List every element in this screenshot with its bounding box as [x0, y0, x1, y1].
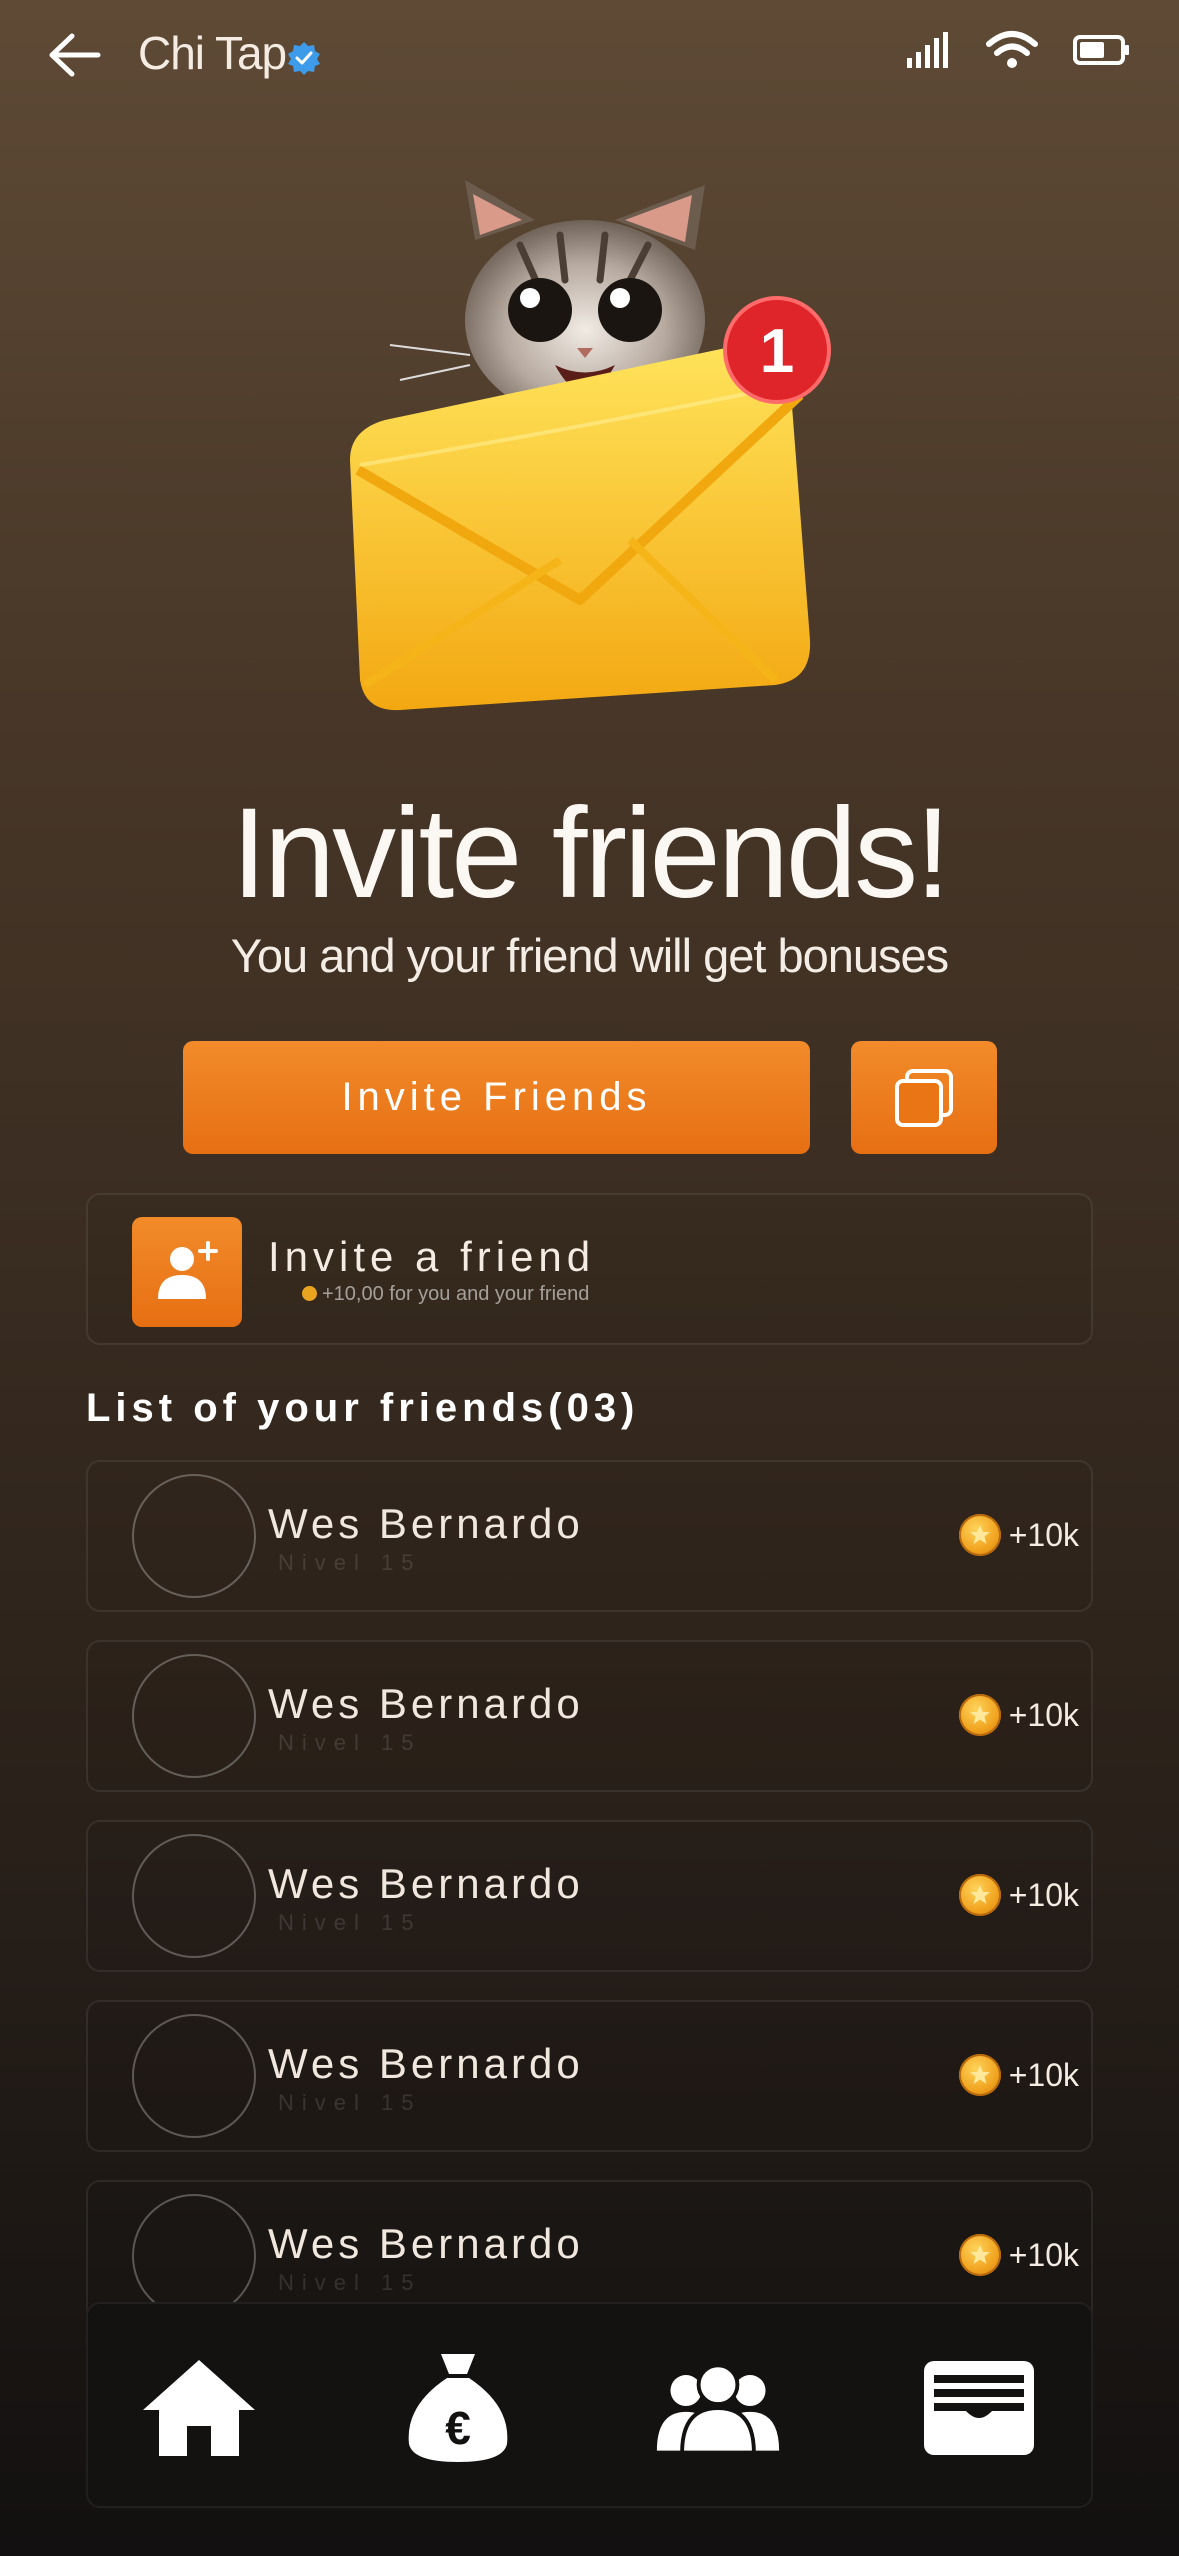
- friend-row[interactable]: Wes Bernardo Nivel 15 +10k: [86, 1640, 1093, 1792]
- add-user-icon: [132, 1217, 242, 1327]
- reward-amount: +10k: [1008, 2236, 1079, 2273]
- copy-link-button[interactable]: [851, 1041, 997, 1154]
- friend-reward: +10k: [958, 2234, 1079, 2276]
- friend-level: Nivel 15: [278, 1730, 422, 1755]
- friend-row[interactable]: Wes Bernardo Nivel 15 +10k: [86, 2000, 1093, 2152]
- wifi-icon: [986, 31, 1038, 68]
- coin-icon: [958, 1514, 1001, 1556]
- coin-icon: [958, 2054, 1001, 2096]
- avatar: [132, 2014, 256, 2138]
- friend-reward: +10k: [958, 1874, 1079, 1916]
- battery-icon: [1073, 35, 1129, 65]
- arrow-left-icon: [49, 33, 101, 77]
- friend-level: Nivel 15: [278, 1910, 422, 1935]
- coin-icon: [958, 1874, 1001, 1916]
- money-bag-icon: €: [408, 2354, 508, 2462]
- avatar: [132, 1654, 256, 1778]
- invite-card-title: Invite a friend: [268, 1233, 596, 1280]
- badge-count: 1: [760, 317, 794, 386]
- wallet-icon: [924, 2361, 1034, 2455]
- friend-name: Wes Bernardo: [268, 2040, 584, 2087]
- friend-row[interactable]: Wes Bernardo Nivel 15 +10k: [86, 1460, 1093, 1612]
- signal-icon: [907, 32, 948, 68]
- nav-earn[interactable]: €: [393, 2348, 523, 2468]
- invite-friends-button[interactable]: Invite Friends: [183, 1041, 810, 1154]
- avatar: [132, 1834, 256, 1958]
- friend-reward: +10k: [958, 1694, 1079, 1736]
- friend-row[interactable]: Wes Bernardo Nivel 15 +10k: [86, 1820, 1093, 1972]
- friend-level: Nivel 15: [278, 2270, 422, 2295]
- friend-reward: +10k: [958, 2054, 1079, 2096]
- reward-amount: +10k: [1008, 2056, 1079, 2093]
- friend-name: Wes Bernardo: [268, 1680, 584, 1727]
- notification-badge: 1: [723, 296, 831, 404]
- svg-text:€: €: [445, 2402, 471, 2454]
- friend-reward: +10k: [958, 1514, 1079, 1556]
- coin-icon: [958, 1694, 1001, 1736]
- coin-icon: [958, 2234, 1001, 2276]
- status-icons: [905, 30, 1131, 70]
- friend-level: Nivel 15: [278, 1550, 422, 1575]
- friend-name: Wes Bernardo: [268, 2220, 584, 2267]
- header-bar: Chi Tap: [0, 0, 1179, 120]
- bottom-nav: €: [86, 2302, 1093, 2508]
- friends-icon: [656, 2363, 780, 2455]
- page-subline: You and your friend will get bonuses: [230, 929, 949, 982]
- reward-amount: +10k: [1008, 1696, 1079, 1733]
- friend-name: Wes Bernardo: [268, 1860, 584, 1907]
- reward-amount: +10k: [1008, 1516, 1079, 1553]
- invite-card-subtitle: +10,00 for you and your friend: [322, 1283, 590, 1305]
- page-headline: Invite friends!: [231, 782, 950, 925]
- hero-illustration: 1: [330, 180, 850, 780]
- friend-level: Nivel 15: [278, 2090, 422, 2115]
- avatar: [132, 1474, 256, 1598]
- friend-name: Wes Bernardo: [268, 1500, 584, 1547]
- nav-friends[interactable]: [653, 2348, 783, 2468]
- avatar: [132, 2194, 256, 2318]
- nav-home[interactable]: [134, 2348, 264, 2468]
- coin-icon: [302, 1286, 317, 1301]
- verified-badge-icon: [286, 40, 322, 76]
- copy-icon: [895, 1068, 953, 1127]
- home-icon: [143, 2360, 255, 2456]
- app-title: Chi Tap: [138, 27, 287, 79]
- friends-list-title: List of your friends(03): [86, 1386, 640, 1430]
- invite-friend-card[interactable]: Invite a friend +10,00 for you and your …: [86, 1193, 1093, 1345]
- reward-amount: +10k: [1008, 1876, 1079, 1913]
- envelope-icon: [350, 344, 811, 711]
- back-button[interactable]: [44, 28, 104, 82]
- nav-wallet[interactable]: [914, 2348, 1044, 2468]
